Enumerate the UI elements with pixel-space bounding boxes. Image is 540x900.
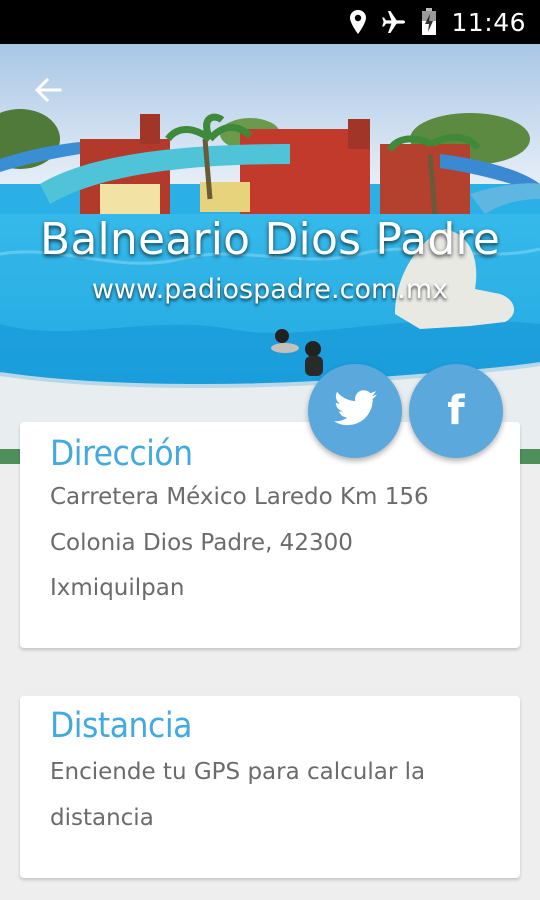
website-link[interactable]: www.padiospadre.com.mx <box>0 274 540 305</box>
status-icons: 11:46 <box>349 0 526 44</box>
address-heading: Dirección <box>50 434 193 474</box>
distance-line-1: Enciende tu GPS para calcular la <box>50 759 426 785</box>
airplane-icon <box>381 9 407 35</box>
twitter-icon <box>332 390 378 432</box>
address-line-1: Carretera México Laredo Km 156 <box>50 484 429 510</box>
location-icon <box>349 9 367 35</box>
distance-heading: Distancia <box>50 706 192 746</box>
address-line-2: Colonia Dios Padre, 42300 <box>50 530 353 556</box>
distance-line-2: distancia <box>50 805 154 831</box>
status-bar: 11:46 <box>0 0 540 44</box>
back-arrow-icon <box>33 75 63 109</box>
distance-card: Distancia Enciende tu GPS para calcular … <box>20 696 520 878</box>
twitter-button[interactable] <box>308 364 402 458</box>
back-button[interactable] <box>28 72 68 112</box>
facebook-button[interactable]: f <box>409 364 503 458</box>
address-line-3: Ixmiquilpan <box>50 575 185 601</box>
facebook-icon: f <box>447 388 465 434</box>
clock: 11:46 <box>451 7 526 37</box>
battery-icon <box>421 8 437 36</box>
place-title: Balneario Dios Padre <box>39 214 501 265</box>
